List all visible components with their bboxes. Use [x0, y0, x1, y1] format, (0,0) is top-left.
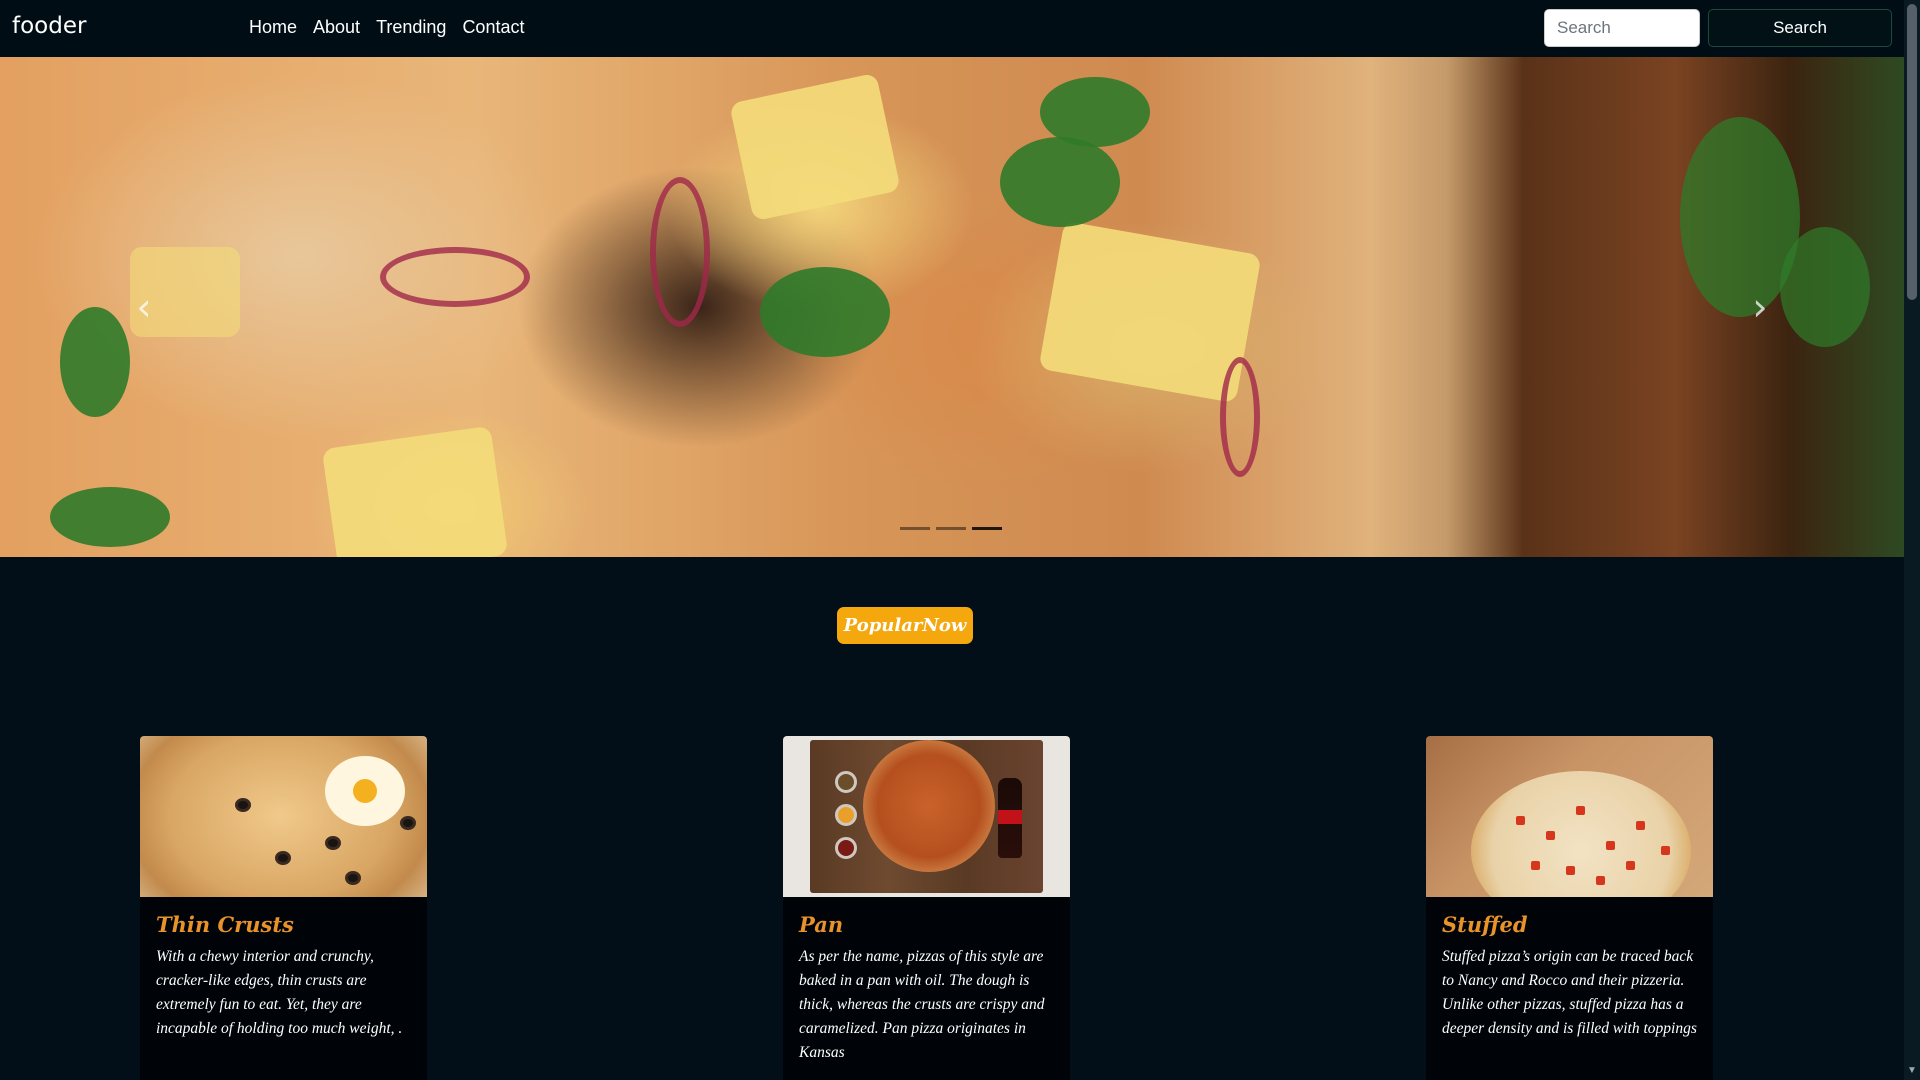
- carousel-indicator-1[interactable]: [900, 527, 930, 530]
- card-thin-crusts[interactable]: Thin Crusts With a chewy interior and cr…: [140, 736, 427, 1080]
- carousel-indicators: [900, 527, 1002, 530]
- card-stuffed[interactable]: Stuffed Stuffed pizza’s origin can be tr…: [1426, 736, 1713, 1080]
- nav-link-home[interactable]: Home: [249, 17, 297, 38]
- carousel-prev-button[interactable]: ‹: [124, 282, 164, 332]
- nav-link-contact[interactable]: Contact: [462, 17, 524, 38]
- card-image: [783, 736, 1070, 897]
- card-text: Stuffed pizza’s origin can be traced bac…: [1442, 948, 1697, 1037]
- nav-link-about[interactable]: About: [313, 17, 360, 38]
- nav-link-trending[interactable]: Trending: [376, 17, 446, 38]
- card-text: With a chewy interior and crunchy, crack…: [156, 948, 403, 1037]
- card-title: Pan: [799, 912, 844, 937]
- carousel-indicator-3[interactable]: [972, 527, 1002, 530]
- card-image: [1426, 736, 1713, 897]
- carousel-next-button[interactable]: ›: [1740, 282, 1780, 332]
- search-input[interactable]: [1544, 9, 1700, 47]
- scrollbar-thumb[interactable]: [1907, 4, 1917, 300]
- chevron-right-icon: ›: [1752, 285, 1768, 329]
- card-title: Stuffed: [1442, 912, 1528, 937]
- card-title: Thin Crusts: [156, 912, 294, 937]
- navbar: fooder Home About Trending Contact Searc…: [0, 0, 1904, 57]
- hero-carousel: ‹ ›: [0, 57, 1904, 557]
- carousel-indicator-2[interactable]: [936, 527, 966, 530]
- card-image: [140, 736, 427, 897]
- search-button[interactable]: Search: [1708, 9, 1892, 47]
- popular-now-button[interactable]: PopularNow: [837, 607, 973, 644]
- brand-logo[interactable]: fooder: [12, 13, 86, 39]
- scroll-down-icon[interactable]: ▼: [1907, 1066, 1917, 1076]
- card-pan[interactable]: Pan As per the name, pizzas of this styl…: [783, 736, 1070, 1080]
- nav-links: Home About Trending Contact: [249, 17, 524, 38]
- page-scrollbar[interactable]: ▼: [1904, 0, 1920, 1080]
- card-text: As per the name, pizzas of this style ar…: [799, 948, 1045, 1061]
- chevron-left-icon: ‹: [136, 285, 152, 329]
